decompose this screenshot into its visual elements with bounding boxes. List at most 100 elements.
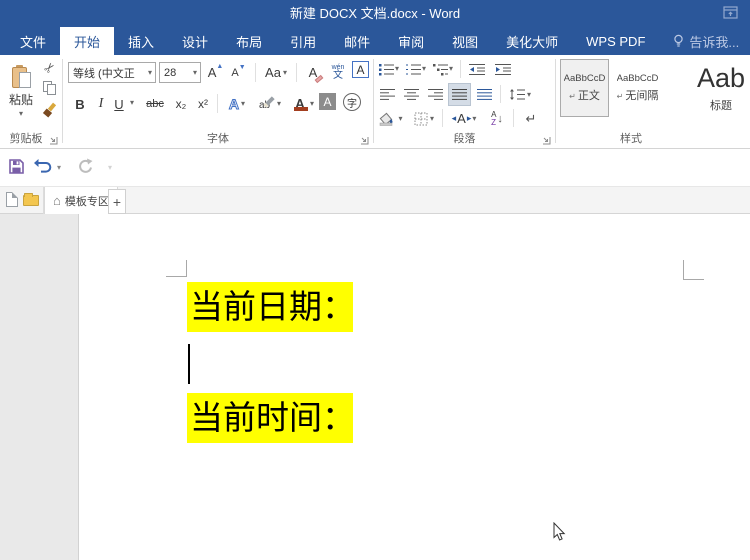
enclose-characters-button[interactable]: 字 [343, 93, 361, 111]
sort-z-label: Z [491, 117, 496, 127]
shrink-font-button[interactable]: A ▼ [228, 62, 249, 83]
style-preview: Aab [696, 63, 746, 93]
document-workspace: 当前日期： 当前时间： [0, 214, 750, 560]
font-color-bar [293, 107, 308, 111]
highlighted-line-date[interactable]: 当前日期： [187, 282, 353, 332]
font-size-combo[interactable]: 28 ▾ [159, 62, 201, 83]
tab-file[interactable]: 文件 [6, 27, 60, 55]
text-effects-button[interactable]: A ▾ [222, 93, 252, 115]
style-normal[interactable]: AaBbCcD ↵ 正文 [560, 59, 609, 117]
copy-button[interactable] [43, 81, 56, 95]
tab-beautify-master[interactable]: 美化大师 [492, 27, 572, 55]
clear-formatting-button[interactable]: A [301, 60, 325, 84]
paragraph-dialog-launcher[interactable] [542, 136, 551, 145]
cut-button[interactable]: ✂ [37, 55, 64, 82]
style-no-spacing[interactable]: AaBbCcD ↵ 无间隔 [613, 59, 662, 117]
character-border-button[interactable]: A [352, 61, 369, 78]
tab-mailings[interactable]: 邮件 [330, 27, 384, 55]
mini-separator [442, 109, 443, 127]
tell-me-label: 告诉我... [689, 34, 740, 50]
qat-customize-caret-icon: ▾ [108, 163, 113, 172]
tab-insert[interactable]: 插入 [114, 27, 168, 55]
font-group-label: 字体 [207, 133, 229, 145]
asian-layout-button[interactable]: ◂ A ▸ ▾ [447, 108, 481, 129]
underline-caret[interactable]: ▾ [127, 99, 137, 107]
superscript-button[interactable]: x² [193, 93, 213, 115]
font-color-button[interactable]: A ▾ [289, 93, 317, 115]
bullets-button[interactable]: ▾ [376, 59, 402, 79]
document-page[interactable]: 当前日期： 当前时间： [78, 214, 750, 560]
grow-font-button[interactable]: A ▲ [205, 62, 226, 83]
tab-design[interactable]: 设计 [168, 27, 222, 55]
borders-icon [414, 112, 428, 125]
style-heading[interactable]: Aab 标题 [666, 59, 750, 117]
change-case-button[interactable]: Aa ▾ [260, 62, 292, 83]
redo-icon [79, 158, 93, 173]
text-effects-caret-icon: ▾ [241, 99, 246, 108]
strikethrough-button[interactable]: abc [142, 93, 168, 115]
borders-button[interactable]: ▾ [409, 108, 439, 129]
document-tab-template-zone[interactable]: ⌂ 模板专区 [44, 187, 118, 214]
character-shading-button[interactable]: A [319, 93, 336, 110]
text-cursor [188, 344, 190, 384]
numbering-icon [405, 64, 421, 74]
mini-separator [296, 63, 297, 82]
increase-indent-button[interactable] [492, 59, 514, 79]
bullets-icon [378, 63, 394, 75]
bold-label: B [75, 96, 85, 112]
style-preview: AaBbCcD [616, 73, 659, 84]
align-left-button[interactable] [376, 84, 398, 105]
mini-separator [513, 109, 514, 127]
numbering-button[interactable]: ▾ [403, 59, 429, 79]
text-highlight-button[interactable]: ab ▾ [255, 93, 285, 115]
undo-caret[interactable]: ▾ [57, 164, 61, 172]
new-document-button[interactable] [6, 192, 18, 207]
font-name-combo[interactable]: 等线 (中文正 ▾ [68, 62, 156, 83]
decrease-indent-button[interactable] [466, 59, 488, 79]
pilcrow-icon: ↵ [569, 92, 576, 101]
qat-customize-caret[interactable]: ▾ [108, 164, 112, 172]
numbering-caret-icon: ▾ [421, 64, 426, 73]
bold-button[interactable]: B [71, 93, 89, 115]
tab-references[interactable]: 引用 [276, 27, 330, 55]
line-spacing-button[interactable]: ▾ [505, 84, 535, 105]
tab-layout[interactable]: 布局 [222, 27, 276, 55]
tab-review[interactable]: 审阅 [384, 27, 438, 55]
character-shading-label: A [319, 93, 336, 110]
tab-view[interactable]: 视图 [438, 27, 492, 55]
align-center-button[interactable] [400, 84, 422, 105]
tab-tell-me[interactable]: 告诉我... [659, 27, 750, 55]
mini-separator [500, 85, 501, 103]
underline-button[interactable]: U [111, 93, 127, 115]
sort-button[interactable]: A Z ↓ [484, 108, 510, 129]
change-case-caret-icon: ▾ [282, 67, 287, 77]
tab-home[interactable]: 开始 [60, 27, 115, 55]
multilevel-list-button[interactable]: ▾ [430, 59, 456, 79]
mini-separator [217, 94, 218, 113]
subscript-button[interactable]: x₂ [171, 93, 191, 115]
align-right-button[interactable] [424, 84, 446, 105]
margin-crop-mark-top-right [683, 260, 704, 280]
phonetic-guide-button[interactable]: wén 文 [327, 60, 349, 84]
distribute-button[interactable] [473, 84, 495, 105]
show-hide-marks-button[interactable]: ↵ [520, 108, 542, 129]
quick-access-toolbar: ▾ ▾ [0, 149, 750, 186]
redo-button[interactable] [76, 157, 94, 175]
open-folder-button[interactable] [23, 193, 39, 206]
font-dialog-launcher[interactable] [360, 136, 369, 145]
tab-wps-pdf[interactable]: WPS PDF [572, 27, 659, 55]
clipboard-dialog-launcher[interactable] [49, 136, 58, 145]
new-document-icon [6, 192, 18, 207]
justify-button[interactable] [448, 83, 471, 106]
italic-button[interactable]: I [93, 93, 109, 115]
undo-button[interactable] [34, 158, 54, 174]
ribbon-display-options-icon[interactable] [723, 6, 738, 19]
highlighted-line-time[interactable]: 当前时间： [187, 393, 353, 443]
character-border-label: A [352, 61, 369, 78]
save-button[interactable] [8, 158, 25, 175]
shading-button[interactable]: ▾ [376, 108, 406, 129]
format-painter-button[interactable] [42, 102, 57, 118]
paste-button[interactable]: 粘贴 ▾ [3, 59, 39, 125]
new-tab-button[interactable]: + [108, 189, 126, 214]
justify-icon [452, 89, 467, 100]
